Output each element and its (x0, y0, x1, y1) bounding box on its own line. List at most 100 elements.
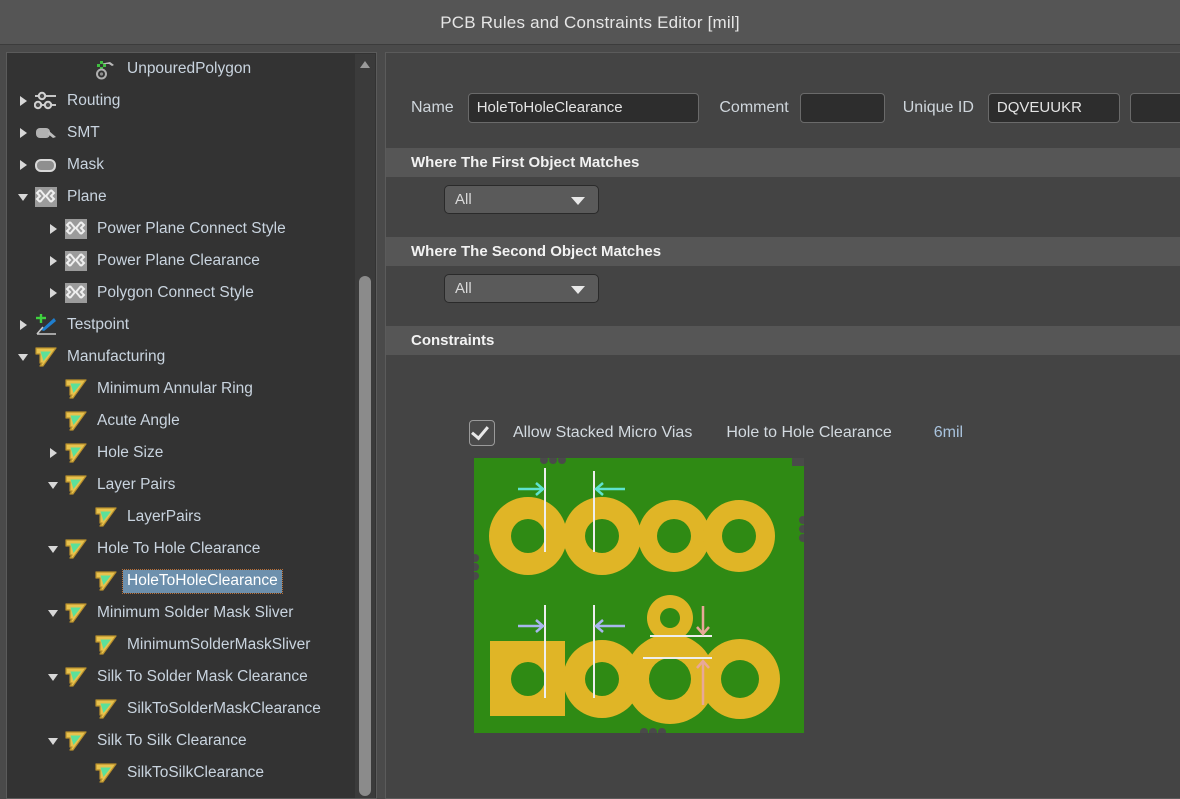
tree-item-label: UnpouredPolygon (123, 58, 255, 81)
comment-label: Comment (719, 99, 788, 117)
second-object-scope-select[interactable]: All (444, 274, 599, 303)
twisty-expanded-icon[interactable] (17, 351, 30, 364)
tree-item-mask[interactable]: Mask (7, 149, 355, 181)
tree-item-label: SMT (63, 122, 104, 145)
tree-item-hole-to-hole-clearance[interactable]: Hole To Hole Clearance (7, 533, 355, 565)
tree-item-minimum-annular-ring[interactable]: Minimum Annular Ring (7, 373, 355, 405)
comment-input[interactable] (800, 93, 885, 123)
mask-icon (34, 153, 58, 177)
tree-item-label: Polygon Connect Style (93, 282, 258, 305)
tree-item-testpoint[interactable]: Testpoint (7, 309, 355, 341)
tree-item-silktosoldermaskclearance[interactable]: SilkToSolderMaskClearance (7, 693, 355, 725)
twisty-placeholder (77, 511, 90, 524)
pcb-illustration-svg (474, 458, 804, 733)
tree-item-power-plane-connect-style[interactable]: Power Plane Connect Style (7, 213, 355, 245)
tree-item-silk-to-solder-mask-clearance[interactable]: Silk To Solder Mask Clearance (7, 661, 355, 693)
tree-item-manufacturing[interactable]: Manufacturing (7, 341, 355, 373)
tree-item-power-plane-clearance[interactable]: Power Plane Clearance (7, 245, 355, 277)
constraints-section-header: Constraints (386, 326, 1180, 355)
twisty-placeholder (77, 703, 90, 716)
testpoint-icon (34, 313, 58, 337)
smt-icon (34, 121, 58, 145)
tree-item-layerpairs[interactable]: LayerPairs (7, 501, 355, 533)
tree-item-label: SilkToSolderMaskClearance (123, 698, 325, 721)
unique-id-label: Unique ID (903, 99, 974, 117)
tree-item-label: Mask (63, 154, 108, 177)
twisty-collapsed-icon[interactable] (47, 287, 60, 300)
twisty-collapsed-icon[interactable] (17, 319, 30, 332)
manufacturing-icon (94, 505, 118, 529)
tree-item-minimumsoldermasksliver[interactable]: MinimumSolderMaskSliver (7, 629, 355, 661)
hole-to-hole-clearance-label: Hole to Hole Clearance (726, 424, 891, 442)
tree-item-label: Manufacturing (63, 346, 169, 369)
extra-field-input[interactable] (1130, 93, 1180, 123)
manufacturing-icon (64, 377, 88, 401)
tree-item-minimum-solder-mask-sliver[interactable]: Minimum Solder Mask Sliver (7, 597, 355, 629)
manufacturing-icon (64, 473, 88, 497)
manufacturing-icon (64, 729, 88, 753)
first-object-section-header: Where The First Object Matches (386, 148, 1180, 177)
window-titlebar: PCB Rules and Constraints Editor [mil] (0, 0, 1180, 45)
manufacturing-icon (94, 697, 118, 721)
check-icon (471, 422, 489, 441)
twisty-collapsed-icon[interactable] (17, 127, 30, 140)
tree-item-label: Power Plane Clearance (93, 250, 264, 273)
twisty-collapsed-icon[interactable] (47, 255, 60, 268)
tree-item-label: SilkToSilkClearance (123, 762, 268, 785)
twisty-expanded-icon[interactable] (17, 191, 30, 204)
tree-item-layer-pairs[interactable]: Layer Pairs (7, 469, 355, 501)
routing-icon (34, 89, 58, 113)
manufacturing-icon (94, 761, 118, 785)
scrollbar-thumb[interactable] (359, 276, 371, 796)
pcb-clearance-illustration (474, 458, 804, 733)
tree-item-silk-to-silk-clearance[interactable]: Silk To Silk Clearance (7, 725, 355, 757)
rules-tree-scrollbar[interactable] (355, 54, 375, 799)
unpoured-polygon-icon (94, 57, 118, 81)
scrollbar-up-arrow-icon[interactable] (355, 54, 375, 74)
tree-item-plane[interactable]: Plane (7, 181, 355, 213)
twisty-placeholder (77, 767, 90, 780)
twisty-placeholder (77, 575, 90, 588)
tree-item-smt[interactable]: SMT (7, 117, 355, 149)
manufacturing-icon (64, 601, 88, 625)
tree-item-holetoholeclearance[interactable]: HoleToHoleClearance (7, 565, 355, 597)
twisty-placeholder (47, 415, 60, 428)
twisty-collapsed-icon[interactable] (17, 95, 30, 108)
plane-icon (64, 217, 88, 241)
hole-to-hole-clearance-value[interactable]: 6mil (934, 424, 963, 442)
manufacturing-icon (94, 569, 118, 593)
second-object-scope-value: All (455, 280, 472, 297)
twisty-collapsed-icon[interactable] (17, 159, 30, 172)
twisty-collapsed-icon[interactable] (47, 223, 60, 236)
manufacturing-icon (64, 537, 88, 561)
first-object-scope-value: All (455, 191, 472, 208)
tree-item-hole-size[interactable]: Hole Size (7, 437, 355, 469)
allow-stacked-micro-vias-checkbox[interactable] (469, 420, 495, 446)
tree-item-label: Layer Pairs (93, 474, 179, 497)
tree-item-routing[interactable]: Routing (7, 85, 355, 117)
tree-item-acute-angle[interactable]: Acute Angle (7, 405, 355, 437)
tree-item-silktosilkclearance[interactable]: SilkToSilkClearance (7, 757, 355, 789)
twisty-expanded-icon[interactable] (47, 543, 60, 556)
twisty-expanded-icon[interactable] (47, 671, 60, 684)
tree-item-label: Hole To Hole Clearance (93, 538, 264, 561)
tree-item-polygon-connect-style[interactable]: Polygon Connect Style (7, 277, 355, 309)
rules-tree-scrollarea[interactable]: UnpouredPolygonRoutingSMTMaskPlanePower … (7, 53, 355, 798)
tree-item-label: Testpoint (63, 314, 133, 337)
twisty-expanded-icon[interactable] (47, 479, 60, 492)
unique-id-input[interactable]: DQVEUUKR (988, 93, 1120, 123)
plane-icon (64, 281, 88, 305)
name-input[interactable]: HoleToHoleClearance (468, 93, 700, 123)
plane-icon (64, 249, 88, 273)
name-label: Name (411, 99, 454, 117)
twisty-expanded-icon[interactable] (47, 735, 60, 748)
manufacturing-icon (64, 409, 88, 433)
tree-item-label: MinimumSolderMaskSliver (123, 634, 314, 657)
tree-item-unpouredpolygon[interactable]: UnpouredPolygon (7, 53, 355, 85)
tree-item-label: Silk To Solder Mask Clearance (93, 666, 312, 689)
first-object-scope-select[interactable]: All (444, 185, 599, 214)
window-title: PCB Rules and Constraints Editor [mil] (0, 0, 1180, 45)
twisty-collapsed-icon[interactable] (47, 447, 60, 460)
twisty-expanded-icon[interactable] (47, 607, 60, 620)
second-object-section-header: Where The Second Object Matches (386, 237, 1180, 266)
